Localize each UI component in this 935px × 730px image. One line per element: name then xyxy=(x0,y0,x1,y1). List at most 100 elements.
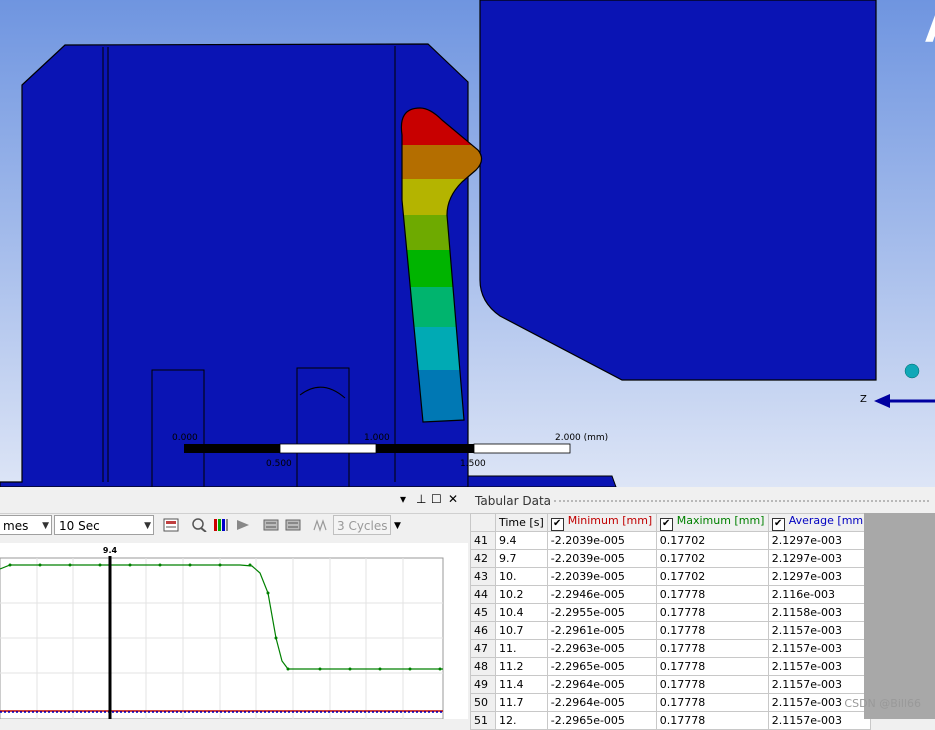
average-cell: 2.1157e-003 xyxy=(767,675,872,694)
table-row[interactable]: 47 11. -2.2963e-005 0.17778 2.1157e-003 xyxy=(470,639,872,658)
time-cell: 12. xyxy=(495,711,548,730)
row-number-cell: 48 xyxy=(470,657,496,676)
tabular-data-table: Time [s] ✔ Minimum [mm] ✔ Maximum [mm] ✔ Av… xyxy=(470,513,872,730)
average-column-header[interactable]: ✔ Average [mm] xyxy=(767,513,872,532)
time-cell: 10.7 xyxy=(495,621,548,640)
scale-label-1: 1.000 xyxy=(364,433,390,443)
maximum-column-header[interactable]: ✔ Maximum [mm] xyxy=(655,513,769,532)
row-number-cell: 47 xyxy=(470,639,496,658)
3d-viewport[interactable]: 0.000 1.000 2.000 (mm) 0.500 1.500 Z A xyxy=(0,0,935,487)
average-cell: 2.1297e-003 xyxy=(767,531,872,550)
average-cell: 2.1157e-003 xyxy=(767,639,872,658)
duration-value: 10 Sec xyxy=(59,519,100,533)
table-header-row: Time [s] ✔ Minimum [mm] ✔ Maximum [mm] ✔ Av… xyxy=(470,513,872,532)
chevron-down-icon: ▼ xyxy=(42,521,49,531)
watermark: CSDN @Bill66 xyxy=(844,697,921,710)
table-row[interactable]: 44 10.2 -2.2946e-005 0.17778 2.116e-003 xyxy=(470,585,872,604)
table-empty-area xyxy=(864,513,935,719)
table-row[interactable]: 46 10.7 -2.2961e-005 0.17778 2.1157e-003 xyxy=(470,621,872,640)
time-cell: 11.2 xyxy=(495,657,548,676)
row-number-cell: 45 xyxy=(470,603,496,622)
time-cell: 10.2 xyxy=(495,585,548,604)
maximum-cell: 0.17778 xyxy=(655,657,769,676)
row-number-cell: 51 xyxy=(470,711,496,730)
animation-mode-value: mes xyxy=(3,519,29,533)
pane-menu-button[interactable]: ▾ xyxy=(400,492,406,506)
minimum-cell: -2.2946e-005 xyxy=(546,585,657,604)
average-column-label: Average [mm] xyxy=(788,514,868,527)
minimum-cell: -2.2955e-005 xyxy=(546,603,657,622)
time-marker-label: 9.4 xyxy=(103,546,118,555)
maximum-cell: 0.17778 xyxy=(655,603,769,622)
tabular-data-pane: Tabular Data Time [s] ✔ Minimum [mm] ✔ Max… xyxy=(468,487,935,730)
zoom-icon[interactable] xyxy=(191,518,207,532)
table-row[interactable]: 42 9.7 -2.2039e-005 0.17702 2.1297e-003 xyxy=(470,549,872,568)
export-icon[interactable] xyxy=(163,518,179,532)
minimum-cell: -2.2039e-005 xyxy=(546,567,657,586)
maximum-cell: 0.17778 xyxy=(655,621,769,640)
average-cell: 2.116e-003 xyxy=(767,585,872,604)
time-cell: 9.4 xyxy=(495,531,548,550)
table-row[interactable]: 48 11.2 -2.2965e-005 0.17778 2.1157e-003 xyxy=(470,657,872,676)
checkbox-icon[interactable]: ✔ xyxy=(659,518,673,531)
next-frame-icon[interactable] xyxy=(285,518,301,532)
maximum-cell: 0.17702 xyxy=(655,531,769,550)
average-cell: 2.1157e-003 xyxy=(767,657,872,676)
duration-combo[interactable]: 10 Sec ▼ xyxy=(54,515,154,535)
table-row[interactable]: 49 11.4 -2.2964e-005 0.17778 2.1157e-003 xyxy=(470,675,872,694)
maximum-column-label: Maximum [mm] xyxy=(676,514,765,527)
previous-frame-icon[interactable] xyxy=(263,518,279,532)
minimum-column-header[interactable]: ✔ Minimum [mm] xyxy=(546,513,657,532)
minimum-cell: -2.2039e-005 xyxy=(546,549,657,568)
table-row[interactable]: 43 10. -2.2039e-005 0.17702 2.1297e-003 xyxy=(470,567,872,586)
table-row[interactable]: 50 11.7 -2.2964e-005 0.17778 2.1157e-003 xyxy=(470,693,872,712)
maximum-cell: 0.17778 xyxy=(655,711,769,730)
chevron-down-icon[interactable]: ▼ xyxy=(394,521,401,531)
graph-toolbar: mes ▼ 10 Sec ▼ 3 Cycles ▼ xyxy=(0,515,468,541)
time-cell: 10. xyxy=(495,567,548,586)
maximum-cell: 0.17778 xyxy=(655,693,769,712)
corner-logo-glyph: A xyxy=(925,6,935,52)
row-number-cell: 46 xyxy=(470,621,496,640)
scale-label-2: 2.000 (mm) xyxy=(555,433,608,443)
row-number-header xyxy=(470,513,496,532)
checkbox-icon[interactable]: ✔ xyxy=(550,518,564,531)
model-graphics: 0.000 1.000 2.000 (mm) 0.500 1.500 Z A xyxy=(0,0,935,487)
average-cell: 2.1157e-003 xyxy=(767,621,872,640)
time-cell: 11.7 xyxy=(495,693,548,712)
tabular-title: Tabular Data xyxy=(475,494,552,508)
tabular-title-bar: Tabular Data xyxy=(468,487,935,514)
graph-pane: ▾ ⊥ ☐ ✕ mes ▼ 10 Sec ▼ 3 Cycles ▼ 9.4 xyxy=(0,487,468,720)
scale-label-3: 0.500 xyxy=(266,459,292,469)
maximum-cell: 0.17778 xyxy=(655,585,769,604)
time-cell: 11.4 xyxy=(495,675,548,694)
row-number-cell: 49 xyxy=(470,675,496,694)
maximize-button[interactable]: ☐ xyxy=(431,492,442,506)
cycles-combo[interactable]: 3 Cycles xyxy=(333,515,391,535)
checkbox-icon[interactable]: ✔ xyxy=(771,518,785,531)
play-icon[interactable] xyxy=(235,518,251,532)
pin-button[interactable]: ⊥ xyxy=(416,492,426,506)
results-graph[interactable]: 9.4 xyxy=(0,543,468,720)
scale-label-0: 0.000 xyxy=(172,433,198,443)
table-row[interactable]: 41 9.4 -2.2039e-005 0.17702 2.1297e-003 xyxy=(470,531,872,550)
average-cell: 2.1297e-003 xyxy=(767,549,872,568)
time-cell: 11. xyxy=(495,639,548,658)
row-number-cell: 50 xyxy=(470,693,496,712)
row-number-cell: 44 xyxy=(470,585,496,604)
table-row[interactable]: 51 12. -2.2965e-005 0.17778 2.1157e-003 xyxy=(470,711,872,730)
close-button[interactable]: ✕ xyxy=(448,492,458,506)
minimum-cell: -2.2964e-005 xyxy=(546,675,657,694)
time-cell: 9.7 xyxy=(495,549,548,568)
row-number-cell: 41 xyxy=(470,531,496,550)
row-number-cell: 42 xyxy=(470,549,496,568)
contour-bands-icon[interactable] xyxy=(213,518,229,532)
animation-mode-combo[interactable]: mes ▼ xyxy=(0,515,52,535)
cycles-icon[interactable] xyxy=(313,518,329,532)
table-row[interactable]: 45 10.4 -2.2955e-005 0.17778 2.1158e-003 xyxy=(470,603,872,622)
time-column-header[interactable]: Time [s] xyxy=(495,513,548,532)
minimum-column-label: Minimum [mm] xyxy=(567,514,653,527)
graph-pane-title-bar: ▾ ⊥ ☐ ✕ xyxy=(0,487,468,514)
minimum-cell: -2.2965e-005 xyxy=(546,657,657,676)
minimum-cell: -2.2039e-005 xyxy=(546,531,657,550)
